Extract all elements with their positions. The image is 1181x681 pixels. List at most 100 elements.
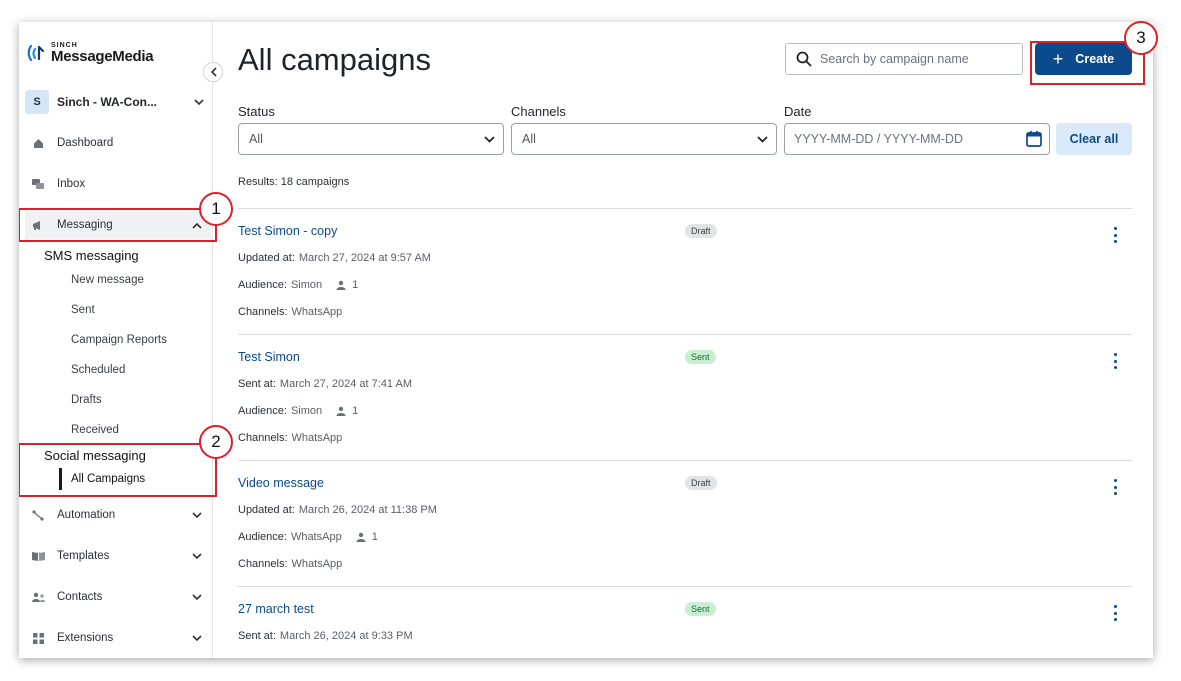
sidebar-subitem-drafts[interactable]: Drafts (71, 394, 102, 406)
message-media-logo-icon (27, 44, 45, 62)
time-key: Updated at: (238, 252, 295, 264)
sidebar-item-templates[interactable]: Templates (25, 542, 213, 570)
date-range-input[interactable]: YYYY-MM-DD / YYYY-MM-DD (784, 123, 1050, 155)
campaign-channels: Channels: WhatsApp (238, 306, 342, 318)
chevron-down-icon (189, 590, 205, 604)
annotation-badge-2: 2 (199, 425, 233, 459)
chevron-down-icon (481, 132, 497, 146)
sidebar-item-inbox[interactable]: Inbox (25, 170, 213, 198)
campaign-title-link[interactable]: Test Simon - copy (238, 224, 337, 238)
sidebar-subitem-received[interactable]: Received (71, 424, 119, 436)
channels-select-value: All (522, 132, 536, 146)
chevron-down-icon (189, 549, 205, 563)
audience-value: Simon (290, 279, 323, 291)
time-value: March 26, 2024 at 9:33 PM (279, 630, 413, 642)
home-icon (31, 136, 45, 150)
status-badge: Sent (685, 602, 716, 616)
sidebar-item-automation[interactable]: Automation (25, 501, 213, 529)
channels-value: WhatsApp (291, 306, 343, 318)
app-window: SINCH MessageMedia S Sinch - WA-Con... D… (19, 22, 1153, 658)
campaign-channels: Channels: WhatsApp (238, 558, 342, 570)
brand-name: MessageMedia (51, 48, 154, 65)
audience-key: Audience: (238, 405, 287, 417)
channels-filter-label: Channels (511, 104, 566, 119)
time-key: Sent at: (238, 630, 276, 642)
audience-key: Audience: (238, 279, 287, 291)
date-range-placeholder: YYYY-MM-DD / YYYY-MM-DD (794, 132, 964, 146)
annotation-box-1 (19, 208, 217, 242)
status-select[interactable]: All (238, 123, 504, 155)
sidebar-item-label: Contacts (57, 591, 103, 603)
brand-logo[interactable]: SINCH MessageMedia (27, 42, 154, 65)
sidebar-subitem-sent[interactable]: Sent (71, 304, 95, 316)
audience-value: WhatsApp (290, 531, 342, 543)
more-options-icon[interactable] (1110, 605, 1120, 621)
chevron-down-icon (754, 132, 770, 146)
calendar-icon[interactable] (1025, 130, 1043, 148)
person-icon (336, 280, 346, 290)
more-options-icon[interactable] (1110, 227, 1120, 243)
channels-key: Channels: (238, 306, 288, 318)
person-icon (336, 406, 346, 416)
sms-messaging-heading: SMS messaging (44, 248, 139, 263)
page-title: All campaigns (238, 42, 431, 77)
sidebar: SINCH MessageMedia S Sinch - WA-Con... D… (19, 22, 213, 658)
templates-icon (31, 549, 45, 563)
chevron-down-icon (189, 508, 205, 522)
sidebar-subitem-scheduled[interactable]: Scheduled (71, 364, 125, 376)
status-badge: Draft (685, 224, 717, 238)
channels-select[interactable]: All (511, 123, 777, 155)
campaign-time: Sent at: March 26, 2024 at 9:33 PM (238, 630, 413, 642)
time-key: Sent at: (238, 378, 276, 390)
status-filter-label: Status (238, 104, 275, 119)
time-value: March 26, 2024 at 11:38 PM (298, 504, 437, 516)
more-options-icon[interactable] (1110, 479, 1120, 495)
more-options-icon[interactable] (1110, 353, 1120, 369)
collapse-sidebar-button[interactable] (203, 62, 223, 82)
annotation-badge-3: 3 (1124, 21, 1158, 55)
results-count: Results: 18 campaigns (238, 176, 350, 188)
sidebar-item-label: Templates (57, 550, 110, 562)
campaign-row: Test Simon - copy Draft Updated at: Marc… (238, 208, 1132, 334)
sidebar-item-dashboard[interactable]: Dashboard (25, 129, 213, 157)
campaign-title-link[interactable]: Test Simon (238, 350, 300, 364)
account-avatar: S (25, 90, 49, 114)
campaign-audience: Audience: Simon 1 (238, 279, 358, 291)
extensions-icon (31, 631, 45, 645)
search-input[interactable] (820, 52, 1000, 66)
chevron-down-icon (191, 95, 207, 109)
time-value: March 27, 2024 at 9:57 AM (298, 252, 431, 264)
sidebar-item-contacts[interactable]: Contacts (25, 583, 213, 611)
channels-value: WhatsApp (291, 432, 343, 444)
channels-key: Channels: (238, 558, 288, 570)
annotation-box-2 (19, 443, 217, 497)
status-select-value: All (249, 132, 263, 146)
main-content: All campaigns + Create Status All Channe… (214, 22, 1153, 658)
sidebar-item-label: Extensions (57, 632, 114, 644)
search-box[interactable] (785, 43, 1023, 75)
status-badge: Draft (685, 476, 717, 490)
campaign-row: Test Simon Sent Sent at: March 27, 2024 … (238, 334, 1132, 460)
status-badge: Sent (685, 350, 716, 364)
time-value: March 27, 2024 at 7:41 AM (279, 378, 413, 390)
sidebar-item-label: Inbox (57, 178, 86, 190)
chevron-down-icon (189, 631, 205, 645)
campaign-title-link[interactable]: 27 march test (238, 602, 314, 616)
account-name: Sinch - WA-Con... (57, 95, 157, 109)
person-icon (356, 532, 366, 542)
sidebar-item-label: Automation (57, 509, 116, 521)
clear-all-button[interactable]: Clear all (1056, 123, 1132, 155)
campaign-title-link[interactable]: Video message (238, 476, 324, 490)
campaign-channels: Channels: WhatsApp (238, 432, 342, 444)
sidebar-subitem-campaign-reports[interactable]: Campaign Reports (71, 334, 167, 346)
time-key: Updated at: (238, 504, 295, 516)
sidebar-item-extensions[interactable]: Extensions (25, 624, 213, 652)
campaign-row: Video message Draft Updated at: March 26… (238, 460, 1132, 586)
sidebar-subitem-new-message[interactable]: New message (71, 274, 144, 286)
automation-icon (31, 508, 45, 522)
campaign-time: Updated at: March 26, 2024 at 11:38 PM (238, 504, 437, 516)
contacts-icon (31, 590, 45, 604)
search-icon (796, 51, 812, 67)
chevron-left-icon (210, 67, 217, 77)
account-switcher[interactable]: S Sinch - WA-Con... (25, 89, 207, 115)
